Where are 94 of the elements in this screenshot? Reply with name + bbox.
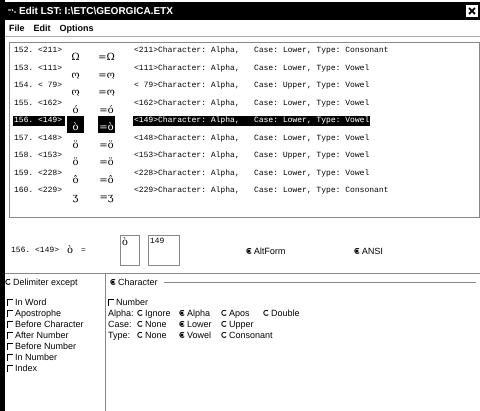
system-menu-icon[interactable] [8, 8, 16, 14]
list-item[interactable]: 157. <148> [13, 134, 65, 144]
option-label: Apos [229, 308, 250, 318]
checkbox[interactable] [7, 310, 13, 316]
glyph-preview: ò [120, 235, 140, 266]
description-cell: <149>Character: Alpha, Case: Lower, Type: Vowel [133, 116, 370, 126]
radio-button[interactable] [221, 332, 227, 338]
radio-button[interactable] [221, 321, 227, 327]
glyph-cell-text: =ო [98, 68, 115, 80]
list-item[interactable]: 155. <162> [13, 98, 65, 108]
glyph-cell-text: ö [71, 156, 80, 168]
option-label: Vowel [187, 330, 212, 340]
description-cell: <153>Character: Alpha, Case: Upper, Type: Vowel [133, 151, 370, 161]
mode-label: Character [118, 277, 158, 287]
option-label: Upper [229, 319, 254, 329]
glyph-cell-text: =ó [98, 104, 115, 116]
option-label: None [145, 319, 167, 329]
option-label: AltForm [254, 246, 286, 256]
radio-button[interactable] [221, 310, 227, 316]
glyph-cell-text: =ო [98, 86, 115, 98]
checkbox-label: In Number [15, 352, 58, 362]
checkbox[interactable] [108, 298, 114, 306]
radio-button[interactable] [137, 321, 143, 327]
code-field[interactable]: 149 [148, 235, 180, 266]
glyph-cell-text: =ô [98, 174, 115, 186]
menu-item[interactable]: Options [60, 23, 94, 33]
checkbox-label: Apostrophe [15, 308, 62, 318]
glyph-cell: =ò [98, 116, 115, 133]
glyph-cell-text: ö [71, 138, 80, 150]
radio-button[interactable] [246, 248, 252, 254]
option-label: Double [271, 308, 300, 318]
mode-label: Delimiter except [13, 277, 78, 287]
glyph-cell-text: =ö [98, 138, 115, 150]
checkbox[interactable] [7, 298, 13, 306]
glyph-cell-text: =Ω [98, 51, 115, 63]
radio-button[interactable] [137, 310, 143, 316]
list-item[interactable]: 156. <149> [13, 116, 65, 126]
checkbox[interactable] [7, 320, 13, 328]
checkbox-label: Before Character [15, 319, 84, 329]
glyph-cell-text: ო [70, 86, 81, 98]
entry-number: 156. <149> [11, 246, 60, 255]
glyph-cell-text: ô [71, 174, 80, 186]
group-label: Alpha: [108, 308, 135, 318]
option-label: None [145, 330, 167, 340]
radio-button[interactable] [5, 279, 11, 285]
checkbox[interactable] [7, 332, 13, 338]
radio-button[interactable] [263, 310, 269, 316]
glyph-cell-text: Ω [70, 51, 81, 63]
option-label: Alpha [187, 308, 210, 318]
checkbox[interactable] [7, 354, 13, 360]
list-item[interactable]: 159. <228> [13, 168, 65, 178]
group-label: Type: [108, 330, 132, 340]
list-item[interactable]: 154. < 79> [13, 81, 65, 91]
option-label: Ignore [145, 308, 171, 318]
menu-item[interactable]: Edit [34, 23, 51, 33]
description-cell: <211>Character: Alpha, Case: Lower, Type: Consonant [133, 46, 390, 56]
glyph-cell-text: =ʒ [98, 191, 115, 203]
checkbox-label: Index [15, 363, 38, 373]
checkbox-label: Before Number [15, 341, 76, 351]
glyph-cell-text: ʒ [72, 191, 80, 203]
description-cell: < 79>Character: Alpha, Case: Upper, Type: Vowel [133, 81, 370, 91]
glyph-text: ò [67, 245, 74, 256]
description-cell: <148>Character: Alpha, Case: Lower, Type: Vowel [133, 134, 370, 144]
group-label: Case: [108, 319, 133, 329]
description-cell: <228>Character: Alpha, Case: Lower, Type: Vowel [133, 168, 370, 178]
list-item[interactable]: 158. <153> [13, 151, 65, 161]
description-cell: <229>Character: Alpha, Case: Lower, Type: Consonant [133, 186, 390, 196]
checkbox[interactable] [7, 342, 13, 350]
checkbox-label: Number [116, 297, 148, 307]
option-label: Lower [187, 319, 212, 329]
description-cell: <162>Character: Alpha, Case: Lower, Type: Vowel [133, 98, 370, 108]
radio-button[interactable] [110, 279, 116, 285]
list-item[interactable]: 160. <229> [13, 186, 65, 196]
equals-sign: = [81, 246, 86, 255]
window-title: Edit LST: I:\ETC\GEORGICA.ETX [19, 6, 174, 16]
radio-button[interactable] [179, 321, 185, 327]
checkbox[interactable] [7, 364, 13, 372]
glyph-cell-text: ო [70, 68, 81, 80]
radio-button[interactable] [354, 248, 360, 254]
menu-item[interactable]: File [9, 23, 25, 33]
radio-button[interactable] [137, 332, 143, 338]
radio-button[interactable] [179, 332, 185, 338]
list-item[interactable]: 152. <211> [13, 46, 65, 56]
checkbox-label: In Word [15, 297, 46, 307]
glyph-cell: ò [67, 116, 84, 133]
option-label: ANSI [362, 246, 383, 256]
radio-button[interactable] [179, 310, 185, 316]
list-item[interactable]: 153. <111> [13, 64, 65, 74]
glyph-cell-text: ó [71, 104, 80, 116]
option-label: Consonant [229, 330, 273, 340]
checkbox-label: After Number [15, 330, 69, 340]
glyph-cell-text: =ö [98, 156, 115, 168]
close-button[interactable] [466, 5, 478, 17]
description-cell: <111>Character: Alpha, Case: Lower, Type: Vowel [133, 64, 370, 74]
